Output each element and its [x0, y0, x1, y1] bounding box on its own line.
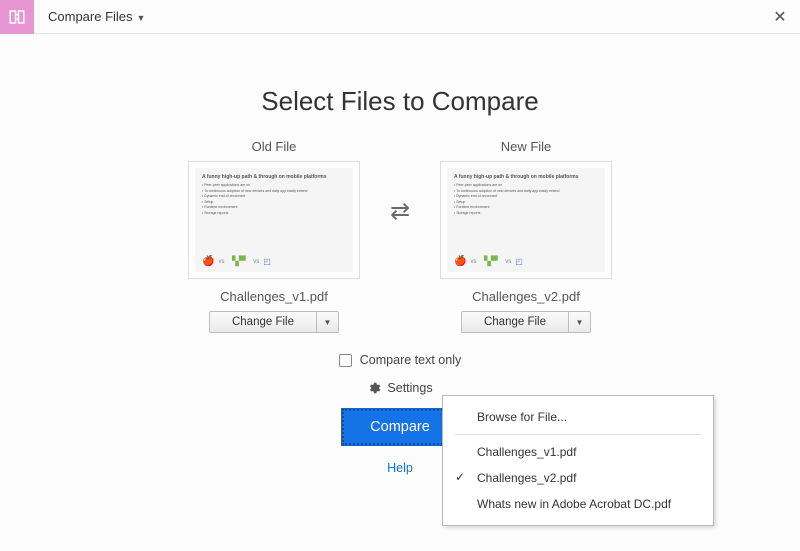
settings-label: Settings: [387, 381, 432, 395]
android-icon: ▝▞▘: [480, 256, 501, 267]
swap-button[interactable]: ⇄: [382, 197, 418, 226]
new-change-file-label: Change File: [462, 312, 568, 332]
old-file-label: Old File: [252, 139, 297, 154]
compare-button[interactable]: Compare: [342, 409, 458, 445]
help-link[interactable]: Help: [387, 461, 413, 475]
gear-icon: [367, 381, 381, 395]
old-file-column: Old File A funny high-up path & through …: [188, 139, 360, 333]
page-heading: Select Files to Compare: [0, 86, 800, 117]
files-row: Old File A funny high-up path & through …: [0, 139, 800, 333]
compare-text-only-row[interactable]: Compare text only: [339, 353, 461, 367]
new-file-column: New File A funny high-up path & through …: [440, 139, 612, 333]
old-file-thumbnail[interactable]: A funny high-up path & through on mobile…: [188, 161, 360, 279]
main-panel: Select Files to Compare Old File A funny…: [0, 34, 800, 475]
windows-icon: ◰: [263, 257, 271, 266]
dropdown-item[interactable]: Whats new in Adobe Acrobat DC.pdf: [443, 491, 713, 517]
new-file-label: New File: [501, 139, 552, 154]
swap-icon: ⇄: [390, 197, 410, 226]
app-icon: [0, 0, 34, 34]
new-file-filename: Challenges_v2.pdf: [472, 289, 580, 304]
dropdown-item[interactable]: Challenges_v1.pdf: [443, 439, 713, 465]
title-caret-icon: ▼: [137, 13, 146, 23]
old-file-page-preview: A funny high-up path & through on mobile…: [195, 168, 353, 272]
close-button[interactable]: ✕: [760, 0, 800, 34]
old-change-file-button[interactable]: Change File ▼: [209, 311, 339, 333]
settings-button[interactable]: Settings: [367, 381, 432, 395]
new-file-thumbnail[interactable]: A funny high-up path & through on mobile…: [440, 161, 612, 279]
check-icon: ✓: [455, 470, 465, 484]
new-file-page-preview: A funny high-up path & through on mobile…: [447, 168, 605, 272]
close-icon: ✕: [773, 7, 786, 27]
change-file-dropdown-menu: Browse for File... Challenges_v1.pdf ✓ C…: [442, 395, 714, 526]
new-change-file-dropdown[interactable]: ▼: [568, 312, 590, 332]
window-title[interactable]: Compare Files ▼: [48, 9, 145, 24]
android-icon: ▝▞▘: [228, 256, 249, 267]
windows-icon: ◰: [515, 257, 523, 266]
dropdown-item[interactable]: ✓ Challenges_v2.pdf: [443, 465, 713, 491]
old-change-file-label: Change File: [210, 312, 316, 332]
new-change-file-button[interactable]: Change File ▼: [461, 311, 591, 333]
old-file-filename: Challenges_v1.pdf: [220, 289, 328, 304]
dropdown-separator: [455, 434, 701, 435]
apple-icon: 🍎: [454, 256, 466, 267]
window-title-text: Compare Files: [48, 9, 133, 24]
dropdown-browse[interactable]: Browse for File...: [443, 404, 713, 430]
compare-text-only-label: Compare text only: [360, 353, 461, 367]
titlebar: Compare Files ▼ ✕: [0, 0, 800, 34]
chevron-down-icon: ▼: [324, 318, 332, 327]
compare-text-only-checkbox[interactable]: [339, 354, 352, 367]
apple-icon: 🍎: [202, 256, 214, 267]
chevron-down-icon: ▼: [576, 318, 584, 327]
old-change-file-dropdown[interactable]: ▼: [316, 312, 338, 332]
